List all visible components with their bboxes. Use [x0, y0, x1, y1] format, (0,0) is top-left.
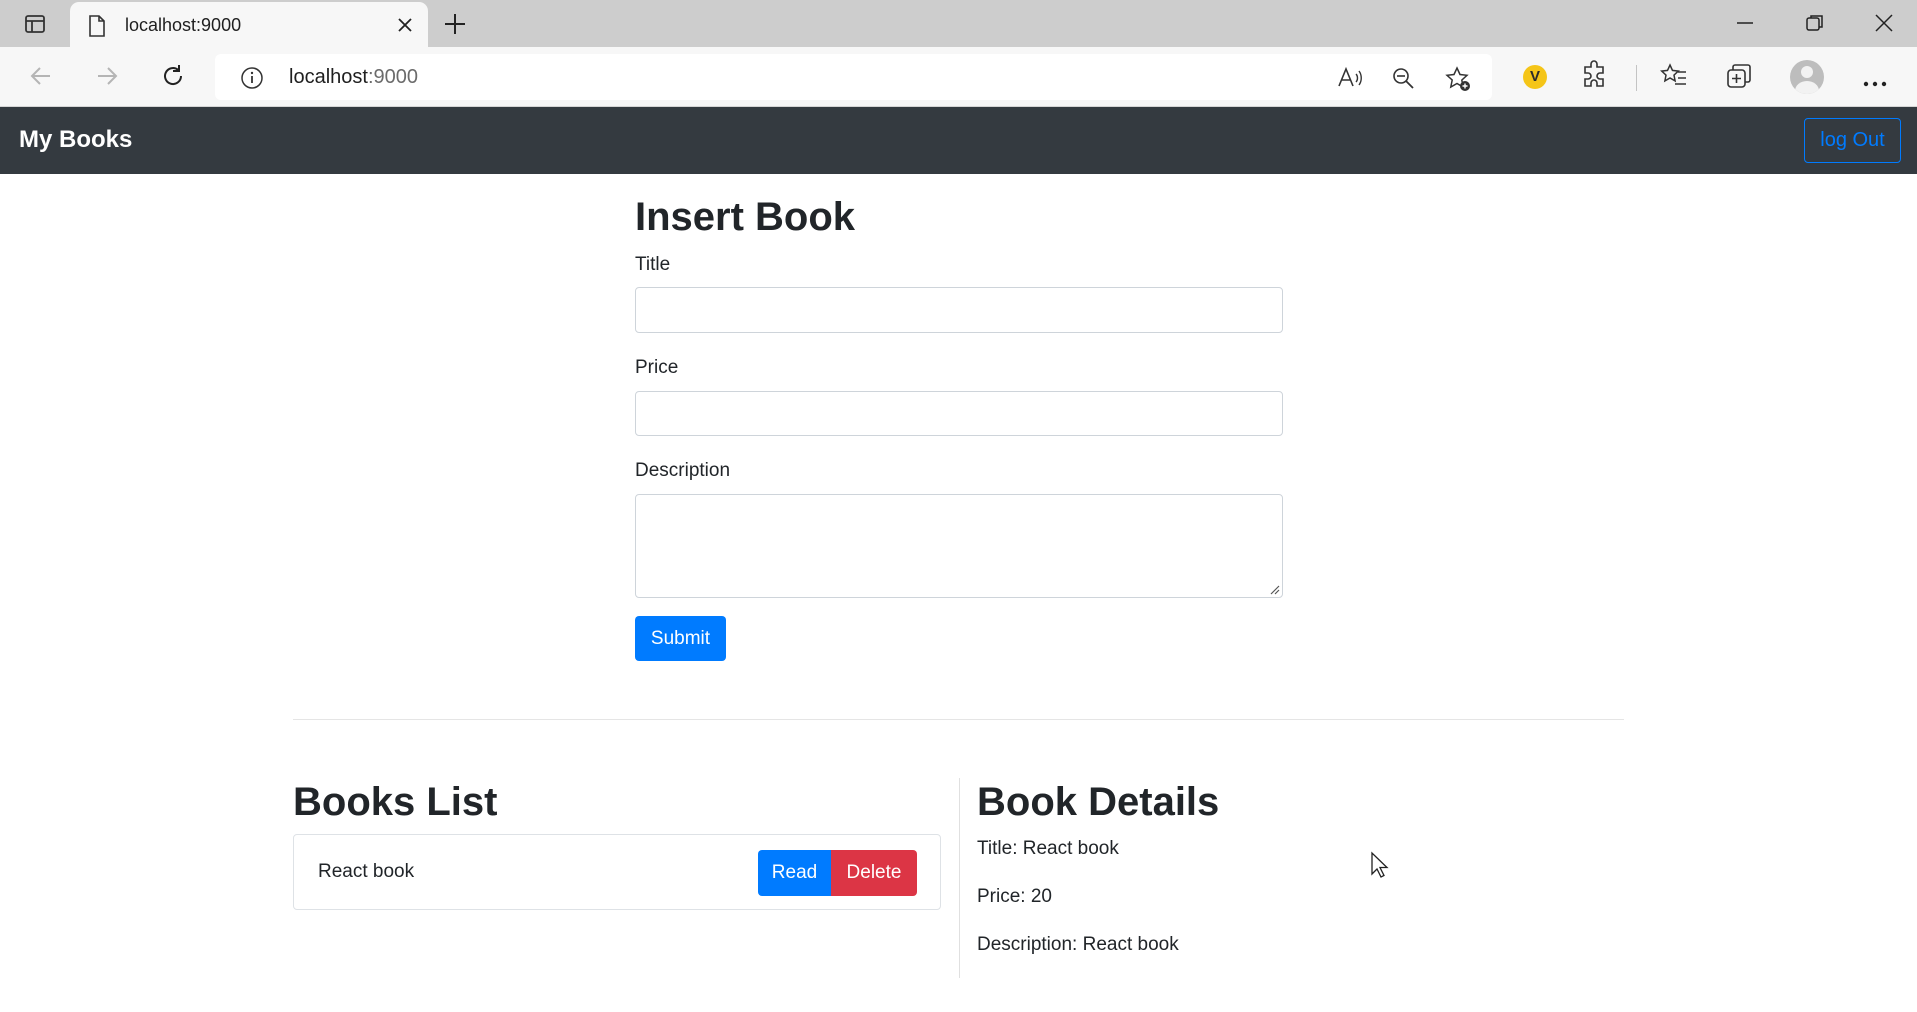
profile-icon[interactable]	[1790, 60, 1824, 94]
favorites-icon[interactable]	[1660, 62, 1688, 95]
forward-icon[interactable]	[94, 63, 120, 94]
extension-v-icon[interactable]: V	[1523, 65, 1547, 89]
zoom-out-icon[interactable]	[1391, 66, 1415, 95]
collections-icon[interactable]	[1725, 62, 1753, 95]
description-textarea[interactable]	[635, 494, 1283, 598]
plus-icon[interactable]	[443, 12, 467, 41]
resize-handle-icon[interactable]	[1268, 582, 1280, 600]
close-window-icon[interactable]	[1874, 12, 1894, 39]
url-port: :9000	[367, 66, 418, 88]
browser-toolbar: localhost:9000	[0, 47, 1917, 107]
title-input[interactable]	[635, 287, 1283, 333]
title-label: Title	[635, 254, 671, 275]
toolbar-divider	[1636, 65, 1637, 91]
description-label: Description	[635, 460, 731, 481]
read-button[interactable]: Read	[758, 850, 831, 896]
mouse-cursor-icon	[1370, 851, 1390, 884]
price-input[interactable]	[635, 391, 1283, 436]
add-favorite-icon[interactable]	[1445, 66, 1471, 97]
browser-tab-bar: localhost:9000	[0, 0, 1917, 48]
tab-title: localhost:9000	[125, 15, 242, 35]
sidebar-toggle-icon[interactable]	[10, 8, 60, 40]
back-icon[interactable]	[28, 63, 54, 94]
extensions-icon[interactable]	[1581, 60, 1609, 95]
close-icon[interactable]	[396, 16, 414, 39]
info-icon[interactable]	[240, 66, 264, 95]
column-divider	[959, 778, 960, 978]
delete-button[interactable]: Delete	[831, 850, 917, 896]
book-title: React book	[318, 861, 415, 882]
insert-book-heading: Insert Book	[635, 195, 856, 239]
more-icon[interactable]	[1863, 74, 1887, 92]
list-item: React book Read Delete	[293, 834, 941, 910]
read-aloud-icon[interactable]	[1337, 66, 1363, 95]
brand-title[interactable]: My Books	[19, 126, 132, 154]
restore-icon[interactable]	[1805, 12, 1825, 39]
app-navbar: My Books log Out	[0, 107, 1917, 174]
logout-button[interactable]: log Out	[1804, 118, 1901, 163]
book-details-heading: Book Details	[977, 780, 1220, 824]
minimize-icon[interactable]	[1735, 12, 1755, 39]
url-text[interactable]: localhost:9000	[289, 66, 418, 89]
page-icon	[88, 15, 106, 42]
detail-price: Price: 20	[977, 886, 1052, 907]
books-list-heading: Books List	[293, 780, 498, 824]
detail-description: Description: React book	[977, 934, 1179, 955]
refresh-icon[interactable]	[160, 63, 186, 94]
submit-button[interactable]: Submit	[635, 616, 726, 661]
detail-title: Title: React book	[977, 838, 1119, 859]
browser-tab[interactable]: localhost:9000	[70, 2, 428, 48]
address-bar[interactable]: localhost:9000	[215, 54, 1492, 100]
price-label: Price	[635, 357, 679, 378]
section-divider	[293, 719, 1624, 720]
url-host: localhost	[289, 66, 368, 88]
